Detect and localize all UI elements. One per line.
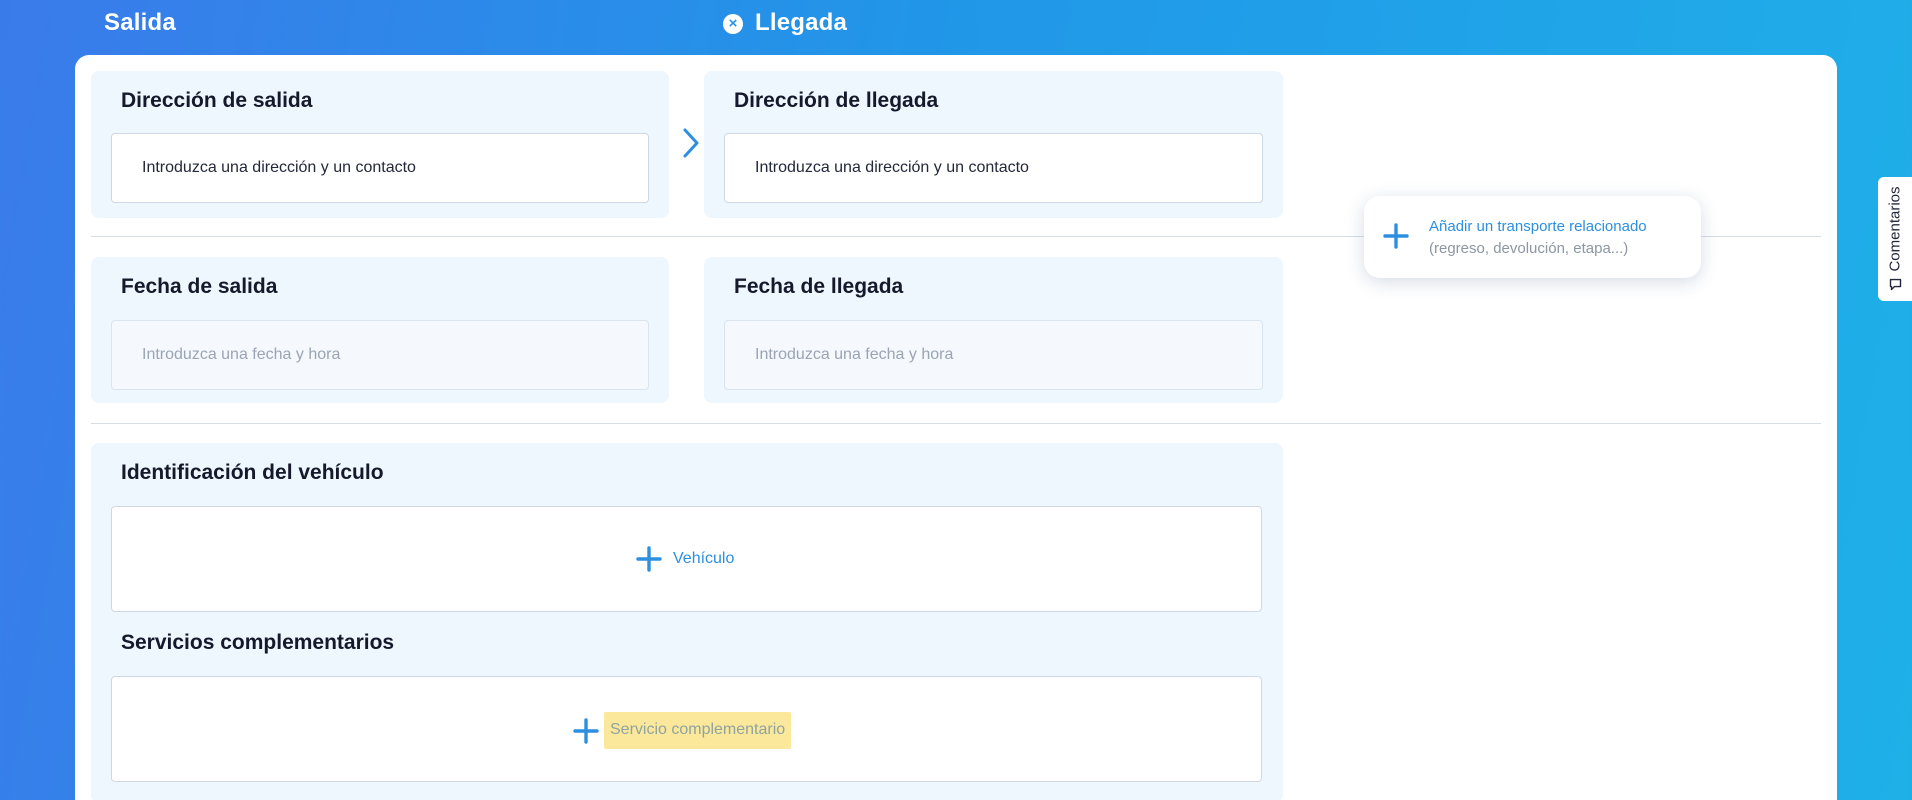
departure-date-title: Fecha de salida xyxy=(121,275,278,298)
comments-tab-content: Comentarios xyxy=(1887,186,1904,291)
comments-tab-label: Comentarios xyxy=(1886,186,1904,272)
plus-icon xyxy=(1383,223,1409,249)
add-vehicle-label: Vehículo xyxy=(673,550,735,567)
arrival-address-section: Dirección de llegada Introduzca una dire… xyxy=(704,71,1283,218)
arrival-address-placeholder: Introduzca una dirección y un contacto xyxy=(755,159,1029,176)
comment-bubble-icon xyxy=(1889,278,1901,291)
add-vehicle-button[interactable]: Vehículo xyxy=(635,545,734,573)
chevron-right-icon xyxy=(683,128,699,158)
vehicle-title: Identificación del vehículo xyxy=(121,461,384,484)
departure-address-placeholder: Introduzca una dirección y un contacto xyxy=(142,159,416,176)
services-box: Servicio complementario xyxy=(111,676,1262,782)
arrival-address-title: Dirección de llegada xyxy=(734,89,939,112)
add-related-transport-button[interactable]: Añadir un transporte relacionado (regres… xyxy=(1364,196,1701,278)
top-bar: Salida × Llegada xyxy=(0,0,1912,48)
arrival-address-input[interactable]: Introduzca una dirección y un contacto xyxy=(724,133,1263,203)
departure-date-section: Fecha de salida Introduzca una fecha y h… xyxy=(91,257,669,403)
add-service-button[interactable]: Servicio complementario xyxy=(572,712,792,749)
arrival-date-input[interactable]: Introduzca una fecha y hora xyxy=(724,320,1263,390)
arrival-header-label: Llegada xyxy=(755,9,848,36)
plus-icon xyxy=(573,717,599,744)
transport-form-card: Dirección de salida Introduzca una direc… xyxy=(75,55,1837,800)
arrival-date-section: Fecha de llegada Introduzca una fecha y … xyxy=(704,257,1283,403)
departure-header-label: Salida xyxy=(104,9,176,36)
arrival-date-placeholder: Introduzca una fecha y hora xyxy=(755,346,954,363)
divider xyxy=(91,423,1821,424)
services-title: Servicios complementarios xyxy=(121,631,395,654)
departure-date-placeholder: Introduzca una fecha y hora xyxy=(142,346,341,363)
close-icon[interactable]: × xyxy=(723,14,743,34)
plus-icon xyxy=(636,546,662,572)
departure-address-section: Dirección de salida Introduzca una direc… xyxy=(91,71,669,218)
arrival-date-title: Fecha de llegada xyxy=(734,275,904,298)
departure-date-input[interactable]: Introduzca una fecha y hora xyxy=(111,320,649,390)
departure-address-title: Dirección de salida xyxy=(121,89,313,112)
departure-address-input[interactable]: Introduzca una dirección y un contacto xyxy=(111,133,649,203)
add-service-label: Servicio complementario xyxy=(604,712,792,749)
related-transport-subtitle: (regreso, devolución, etapa...) xyxy=(1429,240,1629,257)
vehicle-services-section: Identificación del vehículo Vehículo Ser… xyxy=(91,443,1283,800)
comments-tab[interactable]: Comentarios xyxy=(1878,177,1912,301)
vehicle-box: Vehículo xyxy=(111,506,1262,612)
related-transport-title: Añadir un transporte relacionado xyxy=(1429,218,1647,235)
